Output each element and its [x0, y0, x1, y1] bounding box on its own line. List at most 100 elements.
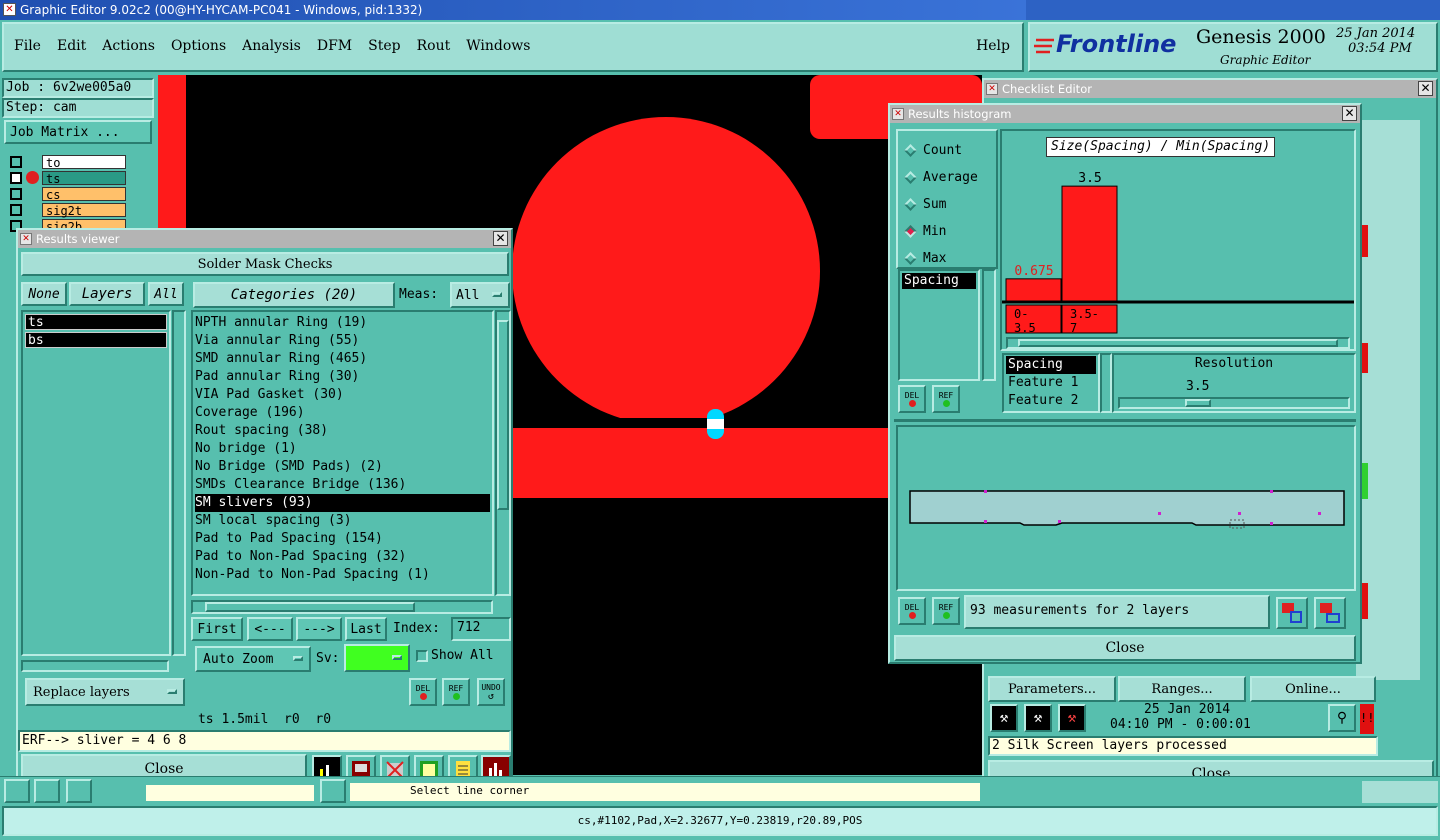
pan-to-feature-icon[interactable]: [1314, 597, 1346, 629]
run-icon[interactable]: ⚒: [990, 704, 1018, 732]
result-layer-item[interactable]: bs: [25, 332, 167, 348]
last-button[interactable]: Last: [345, 617, 387, 641]
ref-button[interactable]: REF: [442, 678, 470, 706]
category-scrollbar[interactable]: [495, 310, 511, 596]
toolbar-tool-2-icon[interactable]: [34, 779, 60, 803]
close-icon[interactable]: ✕: [1418, 81, 1433, 96]
layer-checkbox[interactable]: [10, 204, 22, 216]
layer-list-hscroll[interactable]: [21, 660, 169, 672]
menu-actions[interactable]: Actions: [102, 38, 155, 54]
layers-label-button[interactable]: Layers: [69, 282, 145, 306]
category-item[interactable]: Pad to Pad Spacing (154): [195, 530, 490, 548]
layer-row[interactable]: ts: [6, 170, 126, 186]
menu-dfm[interactable]: DFM: [317, 38, 352, 54]
field-list-scrollbar[interactable]: [982, 269, 996, 381]
menu-edit[interactable]: Edit: [57, 38, 86, 54]
del-button[interactable]: DEL: [409, 678, 437, 706]
field-list[interactable]: Spacing: [898, 269, 980, 381]
menu-rout[interactable]: Rout: [417, 38, 451, 54]
menu-help[interactable]: Help: [976, 38, 1010, 54]
category-item[interactable]: Via annular Ring (55): [195, 332, 490, 350]
layer-row[interactable]: sig2t: [6, 202, 126, 218]
close-icon[interactable]: ✕: [493, 231, 508, 246]
category-item[interactable]: No bridge (1): [195, 440, 490, 458]
mode-max-radio[interactable]: Max: [904, 245, 996, 272]
category-item[interactable]: Rout spacing (38): [195, 422, 490, 440]
toolbar-tool-4-icon[interactable]: [320, 779, 346, 803]
mode-sum-radio[interactable]: Sum: [904, 191, 996, 218]
result-layer-item[interactable]: ts: [25, 314, 167, 330]
severity-select[interactable]: [344, 644, 410, 672]
layers-all-button[interactable]: All: [148, 282, 184, 306]
layer-checkbox[interactable]: [10, 156, 22, 168]
mode-min-radio[interactable]: Min: [904, 218, 996, 245]
first-button[interactable]: First: [191, 617, 243, 641]
parameters-button[interactable]: Parameters...: [988, 676, 1116, 702]
histogram-bar[interactable]: [1005, 278, 1062, 302]
meas-select[interactable]: All: [450, 282, 510, 308]
category-hscroll[interactable]: [191, 600, 493, 614]
menu-options[interactable]: Options: [171, 38, 226, 54]
mode-average-radio[interactable]: Average: [904, 164, 996, 191]
hist-del-bottom-button[interactable]: DEL: [898, 597, 926, 625]
resolution-field-item[interactable]: Feature 2: [1006, 392, 1096, 410]
ranges-button[interactable]: Ranges...: [1118, 676, 1246, 702]
layer-row[interactable]: to: [6, 154, 126, 170]
toolbar-tool-1-icon[interactable]: [4, 779, 30, 803]
layer-list-scrollbar[interactable]: [172, 310, 186, 656]
chart-hscroll-thumb[interactable]: [1018, 339, 1338, 347]
category-item[interactable]: SM slivers (93): [195, 494, 490, 512]
category-item[interactable]: VIA Pad Gasket (30): [195, 386, 490, 404]
run-all-icon[interactable]: ⚒: [1024, 704, 1052, 732]
resolution-slider-thumb[interactable]: [1185, 399, 1211, 407]
chart-hscroll[interactable]: [1006, 337, 1350, 349]
mode-count-radio[interactable]: Count: [904, 137, 996, 164]
next-button[interactable]: --->: [296, 617, 342, 641]
layer-checkbox[interactable]: [10, 188, 22, 200]
resolution-field-list[interactable]: Spacing Feature 1 Feature 2: [1002, 353, 1100, 413]
category-item[interactable]: SMDs Clearance Bridge (136): [195, 476, 490, 494]
hist-ref-bottom-button[interactable]: REF: [932, 597, 960, 625]
category-item[interactable]: Non-Pad to Non-Pad Spacing (1): [195, 566, 490, 584]
prev-button[interactable]: <---: [247, 617, 293, 641]
category-scroll-thumb[interactable]: [497, 320, 509, 510]
category-item[interactable]: SMD annular Ring (465): [195, 350, 490, 368]
category-item[interactable]: No Bridge (SMD Pads) (2): [195, 458, 490, 476]
categories-button[interactable]: Categories (20): [193, 282, 395, 308]
resolution-slider[interactable]: [1118, 397, 1350, 409]
online-button[interactable]: Online...: [1250, 676, 1376, 702]
undo-button[interactable]: UNDO ↺: [477, 678, 505, 706]
toolbar-field[interactable]: [146, 785, 314, 801]
category-item[interactable]: Pad annular Ring (30): [195, 368, 490, 386]
close-icon[interactable]: ✕: [1342, 106, 1357, 121]
layers-none-button[interactable]: None: [21, 282, 67, 306]
results-layer-list[interactable]: ts bs: [21, 310, 171, 656]
histogram-bar[interactable]: [1061, 185, 1118, 302]
category-item[interactable]: Pad to Non-Pad Spacing (32): [195, 548, 490, 566]
menu-file[interactable]: File: [14, 38, 41, 54]
category-item[interactable]: Coverage (196): [195, 404, 490, 422]
solder-mask-header[interactable]: Solder Mask Checks: [21, 252, 509, 276]
field-item[interactable]: Spacing: [902, 273, 976, 289]
auto-zoom-select[interactable]: Auto Zoom: [195, 646, 311, 672]
category-item[interactable]: SM local spacing (3): [195, 512, 490, 530]
show-all-checkbox[interactable]: [416, 650, 428, 662]
resolution-field-item[interactable]: Feature 1: [1006, 374, 1096, 392]
menu-step[interactable]: Step: [368, 38, 400, 54]
run-selected-icon[interactable]: ⚒: [1058, 704, 1086, 732]
resolution-field-scrollbar[interactable]: [1100, 353, 1112, 413]
toolbar-right-button[interactable]: [1362, 781, 1438, 803]
category-item[interactable]: NPTH annular Ring (19): [195, 314, 490, 332]
layer-row[interactable]: cs: [6, 186, 126, 202]
index-field[interactable]: 712: [451, 617, 511, 641]
zoom-icon[interactable]: ⚲: [1328, 704, 1356, 732]
histogram-close-button[interactable]: Close: [894, 635, 1356, 661]
category-list[interactable]: NPTH annular Ring (19) Via annular Ring (…: [191, 310, 494, 596]
job-matrix-button[interactable]: Job Matrix ...: [4, 120, 152, 144]
category-hscroll-thumb[interactable]: [205, 602, 415, 612]
layer-checkbox[interactable]: [10, 172, 22, 184]
resolution-field-item[interactable]: Spacing: [1006, 356, 1096, 374]
hist-del-top-button[interactable]: DEL: [898, 385, 926, 413]
replace-layers-select[interactable]: Replace layers: [25, 678, 185, 706]
zoom-to-feature-icon[interactable]: [1276, 597, 1308, 629]
